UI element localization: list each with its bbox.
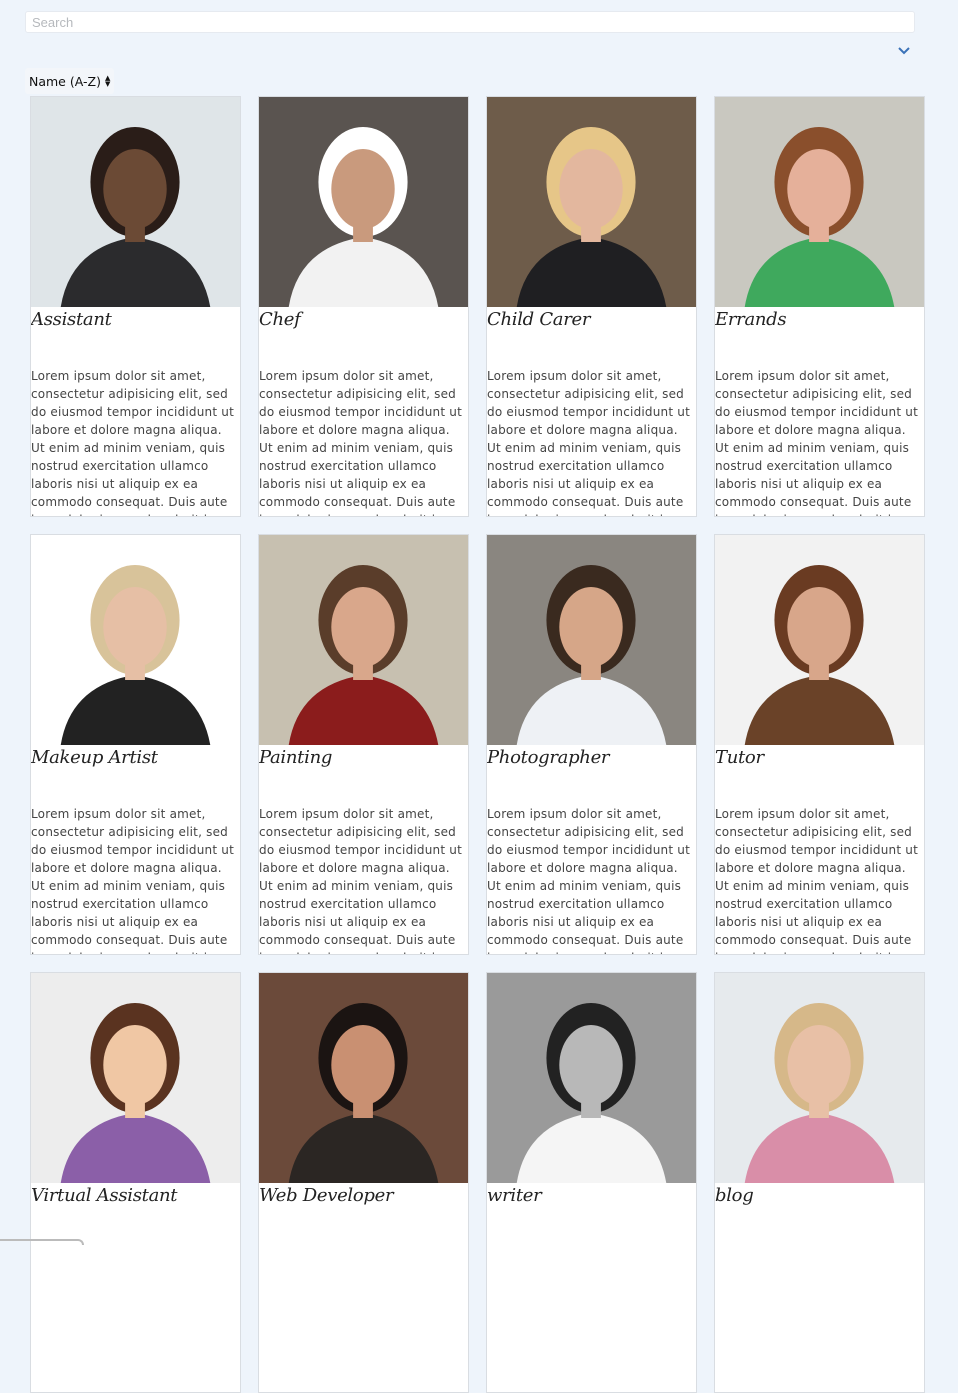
- profile-card[interactable]: Photographer Lorem ipsum dolor sit amet, …: [486, 534, 697, 955]
- card-title: Photographer: [487, 747, 610, 768]
- profile-card[interactable]: Tutor Lorem ipsum dolor sit amet, consect…: [714, 534, 925, 955]
- profile-photo: [31, 535, 240, 745]
- search-input[interactable]: [25, 11, 915, 33]
- profile-card[interactable]: Assistant Lorem ipsum dolor sit amet, con…: [30, 96, 241, 517]
- profile-photo: [715, 973, 924, 1183]
- profile-card[interactable]: Web Developer: [258, 972, 469, 1393]
- card-description: Lorem ipsum dolor sit amet, consectetur …: [715, 369, 918, 516]
- profile-photo: [31, 97, 240, 307]
- card-description: Lorem ipsum dolor sit amet, consectetur …: [31, 807, 234, 954]
- card-description: Lorem ipsum dolor sit amet, consectetur …: [259, 369, 462, 516]
- card-title: Chef: [259, 309, 301, 330]
- card-title: blog: [715, 1185, 754, 1206]
- profile-photo: [487, 97, 696, 307]
- profile-grid: Assistant Lorem ipsum dolor sit amet, con…: [30, 96, 925, 1393]
- card-title: Assistant: [31, 309, 112, 330]
- card-title: Makeup Artist: [31, 747, 158, 768]
- card-description: Lorem ipsum dolor sit amet, consectetur …: [259, 807, 462, 954]
- profile-photo: [259, 973, 468, 1183]
- profile-photo: [715, 535, 924, 745]
- profile-photo: [259, 97, 468, 307]
- profile-card[interactable]: Chef Lorem ipsum dolor sit amet, consecte…: [258, 96, 469, 517]
- card-title: Virtual Assistant: [31, 1185, 178, 1206]
- card-description: Lorem ipsum dolor sit amet, consectetur …: [487, 807, 690, 954]
- profile-card[interactable]: writer: [486, 972, 697, 1393]
- scrollbar[interactable]: [0, 1239, 84, 1245]
- card-title: Painting: [259, 747, 333, 768]
- profile-card[interactable]: Makeup Artist Lorem ipsum dolor sit amet,…: [30, 534, 241, 955]
- profile-photo: [715, 97, 924, 307]
- card-title: Tutor: [715, 747, 764, 768]
- profile-card[interactable]: Errands Lorem ipsum dolor sit amet, conse…: [714, 96, 925, 517]
- sort-arrows-icon: ▲ ▼: [104, 74, 111, 88]
- card-title: writer: [487, 1185, 542, 1206]
- card-title: Errands: [715, 309, 787, 330]
- profile-photo: [487, 973, 696, 1183]
- chevron-down-icon[interactable]: [896, 44, 912, 58]
- card-description: Lorem ipsum dolor sit amet, consectetur …: [31, 369, 234, 516]
- sort-label: Name (A-Z): [29, 73, 101, 89]
- sort-select[interactable]: Name (A-Z) ▲ ▼: [25, 68, 115, 94]
- profile-photo: [259, 535, 468, 745]
- profile-photo: [487, 535, 696, 745]
- profile-card[interactable]: Child Carer Lorem ipsum dolor sit amet, c…: [486, 96, 697, 517]
- card-title: Web Developer: [259, 1185, 394, 1206]
- profile-card[interactable]: Painting Lorem ipsum dolor sit amet, cons…: [258, 534, 469, 955]
- card-title: Child Carer: [487, 309, 591, 330]
- card-description: Lorem ipsum dolor sit amet, consectetur …: [487, 369, 690, 516]
- card-description: Lorem ipsum dolor sit amet, consectetur …: [715, 807, 918, 954]
- profile-card[interactable]: Virtual Assistant: [30, 972, 241, 1393]
- profile-photo: [31, 973, 240, 1183]
- profile-card[interactable]: blog: [714, 972, 925, 1393]
